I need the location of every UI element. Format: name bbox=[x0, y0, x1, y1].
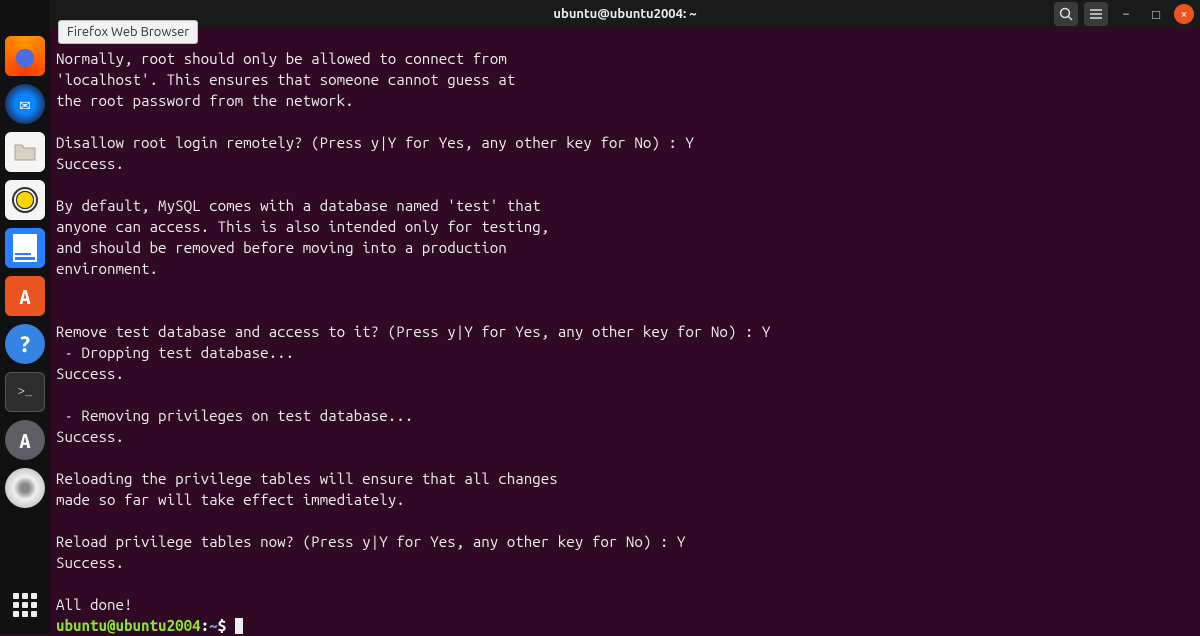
firefox-icon[interactable] bbox=[5, 36, 45, 76]
rhythmbox-icon[interactable] bbox=[5, 180, 45, 220]
prompt-user: ubuntu@ubuntu2004 bbox=[56, 617, 201, 634]
software-updater-icon[interactable]: A bbox=[5, 420, 45, 460]
minimize-button[interactable]: − bbox=[1114, 2, 1138, 26]
libreoffice-writer-icon[interactable] bbox=[5, 228, 45, 268]
window-titlebar: ubuntu@ubuntu2004: ~ − □ × bbox=[50, 0, 1200, 28]
prompt-colon: : bbox=[201, 617, 210, 634]
software-center-icon[interactable]: A bbox=[5, 276, 45, 316]
window-title: ubuntu@ubuntu2004: ~ bbox=[553, 7, 696, 21]
search-button[interactable] bbox=[1054, 2, 1078, 26]
terminal-cursor bbox=[235, 618, 243, 634]
terminal-viewport[interactable]: Normally, root should only be allowed to… bbox=[50, 28, 1200, 633]
maximize-button[interactable]: □ bbox=[1144, 2, 1168, 26]
close-button[interactable]: × bbox=[1174, 4, 1194, 24]
files-icon[interactable] bbox=[5, 132, 45, 172]
terminal-output: Normally, root should only be allowed to… bbox=[56, 50, 770, 613]
prompt-sep: $ bbox=[218, 617, 227, 634]
dock: ✉ A ? >_ A bbox=[0, 0, 50, 633]
terminal-icon[interactable]: >_ bbox=[5, 372, 45, 412]
help-icon[interactable]: ? bbox=[5, 324, 45, 364]
hamburger-menu-button[interactable] bbox=[1084, 2, 1108, 26]
thunderbird-icon[interactable]: ✉ bbox=[5, 84, 45, 124]
disc-icon[interactable] bbox=[5, 468, 45, 508]
firefox-tooltip: Firefox Web Browser bbox=[58, 20, 198, 44]
prompt-path: ~ bbox=[209, 617, 218, 634]
show-applications[interactable] bbox=[5, 585, 45, 625]
